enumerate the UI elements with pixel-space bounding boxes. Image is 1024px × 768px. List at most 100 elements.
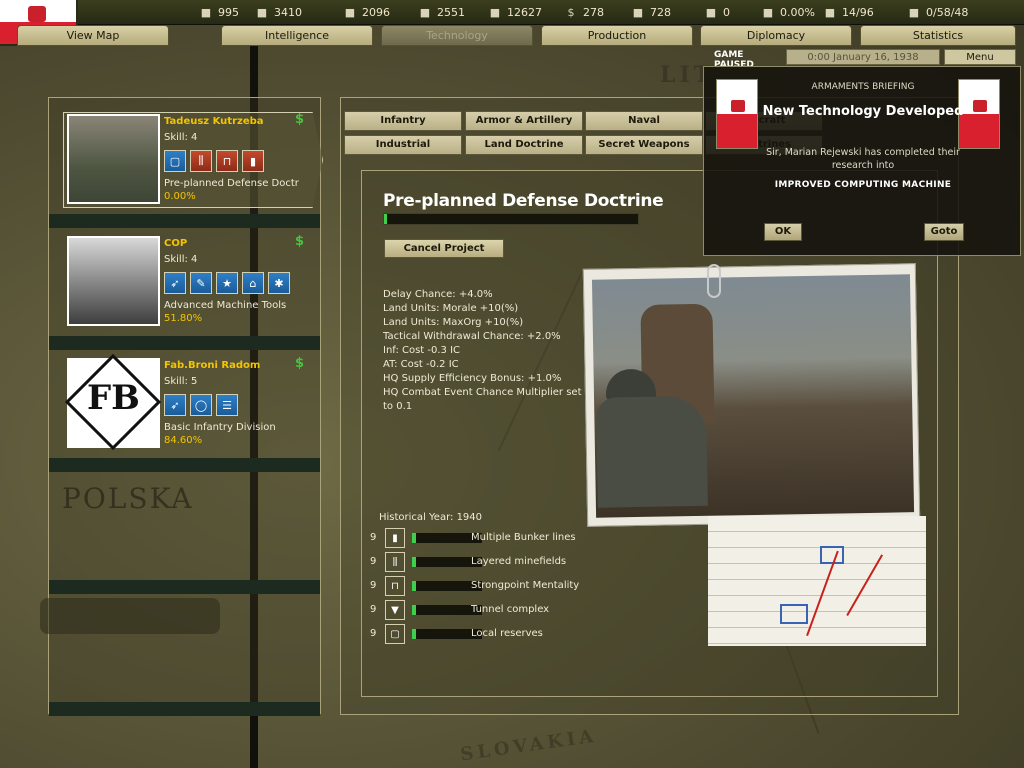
tech-progress-bar (383, 213, 639, 225)
tech-component[interactable]: 9 ⫼ Layered minefields (370, 552, 610, 572)
team-skill: Skill: 4 (164, 254, 198, 265)
tech-category-industrial[interactable]: Industrial (344, 135, 462, 155)
tech-component[interactable]: 9 ▢ Local reserves (370, 624, 610, 644)
reserves-icon: ▢ (385, 624, 405, 644)
goto-button[interactable]: Goto (924, 223, 964, 241)
tab-production[interactable]: Production (541, 25, 693, 46)
team-skill: Skill: 4 (164, 132, 198, 143)
tech-component[interactable]: 9 ▮ Multiple Bunker lines (370, 528, 610, 548)
resource-industry[interactable]: ■ 0/58/48 (906, 3, 969, 22)
component-name: Tunnel complex (471, 604, 550, 615)
tab-intelligence[interactable]: Intelligence (221, 25, 373, 46)
tab-diplomacy[interactable]: Diplomacy (700, 25, 852, 46)
paper-clip-icon (707, 264, 721, 298)
photo-body (596, 395, 708, 508)
component-progress-fill (412, 557, 416, 567)
tab-technology[interactable]: Technology (381, 25, 533, 46)
tech-category-secret-weapons[interactable]: Secret Weapons (585, 135, 703, 155)
menu-button[interactable]: Menu (944, 49, 1016, 65)
component-progress-fill (412, 581, 416, 591)
strongpoint-icon: ⊓ (385, 576, 405, 596)
game-paused-label: GAME PAUSED (714, 50, 754, 70)
resource-rail[interactable]: ■ 995 (198, 3, 239, 22)
industry-icon: ■ (908, 6, 920, 19)
factory-icon: ⌂ (242, 272, 264, 294)
team-current-project: Pre-planned Defense Doctr (164, 178, 299, 189)
resource-dissent[interactable]: ■ 0.00% (760, 3, 815, 22)
team-specialties: ➶ ✎ ★ ⌂ ✱ (164, 272, 290, 294)
funding-dollar-icon: $ (295, 112, 305, 127)
dissent-icon: ■ (762, 6, 774, 19)
rocket-icon: ➶ (164, 272, 186, 294)
tunnel-icon: ▼ (385, 600, 405, 620)
minefield-icon: ⫼ (190, 150, 212, 172)
map-country-label: POLSKA (62, 482, 194, 515)
tech-effect: Land Units: MaxOrg +10(%) (383, 317, 524, 328)
unit-box (780, 604, 808, 624)
resource-convoy[interactable]: ■ 14/96 (822, 3, 874, 22)
tech-category-armor-artillery[interactable]: Armor & Artillery (465, 111, 583, 131)
component-progress-fill (412, 533, 416, 543)
resource-supplies[interactable]: ■ 12627 (487, 3, 542, 22)
component-level: 9 (370, 580, 377, 591)
component-progress-fill (412, 629, 416, 639)
resource-value: 0.00% (780, 6, 815, 19)
component-name: Local reserves (471, 628, 543, 639)
database-icon: ☰ (216, 394, 238, 416)
resource-money[interactable]: $278 (563, 3, 605, 22)
rail-icon: ■ (200, 6, 212, 19)
team-progress: 84.60% (164, 435, 203, 446)
resource-value: 2551 (437, 6, 465, 19)
briefing-header: ARMAMENTS BRIEFING (811, 82, 915, 92)
component-name: Layered minefields (471, 556, 567, 567)
money-icon: $ (567, 6, 575, 19)
tech-effect: Land Units: Morale +10(%) (383, 303, 519, 314)
tech-component[interactable]: 9 ⊓ Strongpoint Mentality (370, 576, 610, 596)
component-progress-fill (412, 605, 416, 615)
bunker-icon: ▮ (385, 528, 405, 548)
resource-value: 0/58/48 (926, 6, 969, 19)
resource-value: 14/96 (842, 6, 874, 19)
cancel-project-button[interactable]: Cancel Project (384, 239, 504, 258)
armaments-briefing-dialog: ARMAMENTS BRIEFING New Technology Develo… (703, 66, 1021, 256)
resource-manpower[interactable]: ■ 728 (630, 3, 671, 22)
slot-separator (49, 702, 320, 716)
gears-icon: ✱ (268, 272, 290, 294)
eagle-icon (973, 100, 987, 112)
attack-arrow (846, 554, 883, 616)
resource-value: 728 (650, 6, 671, 19)
tab-statistics[interactable]: Statistics (860, 25, 1016, 46)
resource-value: 2096 (362, 6, 390, 19)
tech-effect: Delay Chance: +4.0% (383, 289, 493, 300)
fb-logo-text: FB (87, 378, 140, 418)
tech-category-land-doctrine[interactable]: Land Doctrine (465, 135, 583, 155)
research-team-3[interactable]: FB Fab.Broni Radom Skill: 5 $ ➶ ◯ ☰ Basic Infan… (49, 342, 320, 451)
tech-effect: AT: Cost -0.2 IC (383, 359, 459, 370)
tech-category-naval[interactable]: Naval (585, 111, 703, 131)
eagle-icon (28, 6, 46, 22)
team-current-project: Advanced Machine Tools (164, 300, 287, 311)
team-skill: Skill: 5 (164, 376, 198, 387)
tech-progress-fill (384, 214, 388, 224)
resource-rare-materials[interactable]: ■ 2096 (342, 3, 390, 22)
diplomacy-cross-icon: ■ (705, 6, 717, 19)
component-level: 9 (370, 532, 377, 543)
resource-oil[interactable]: ■ 2551 (417, 3, 465, 22)
component-level: 9 (370, 604, 377, 615)
resource-diplomacy-cross[interactable]: ■ 0 (703, 3, 730, 22)
research-team-2[interactable]: COP Skill: 4 $ ➶ ✎ ★ ⌂ ✱ Advanced Machine Tools 5… (49, 220, 320, 326)
ok-button[interactable]: OK (764, 223, 802, 241)
team-portrait (67, 114, 160, 204)
research-team-1[interactable]: Tadeusz Kutrzeba Skill: 4 $ ▢ ⫼ ⊓ ▮ Pre-planned… (49, 98, 320, 204)
team-name: Fab.Broni Radom (164, 360, 261, 371)
team-portrait: FB (64, 353, 162, 451)
tech-effect: HQ Combat Event Chance Multiplier set to… (383, 387, 582, 412)
component-name: Strongpoint Mentality (471, 580, 580, 591)
component-name: Multiple Bunker lines (471, 532, 576, 543)
tactical-sketch (708, 516, 926, 646)
manpower-icon: ■ (632, 6, 644, 19)
tab-view-map[interactable]: View Map (17, 25, 169, 46)
resource-metal[interactable]: ■ 3410 (254, 3, 302, 22)
tech-component[interactable]: 9 ▼ Tunnel complex (370, 600, 610, 620)
tech-category-infantry[interactable]: Infantry (344, 111, 462, 131)
